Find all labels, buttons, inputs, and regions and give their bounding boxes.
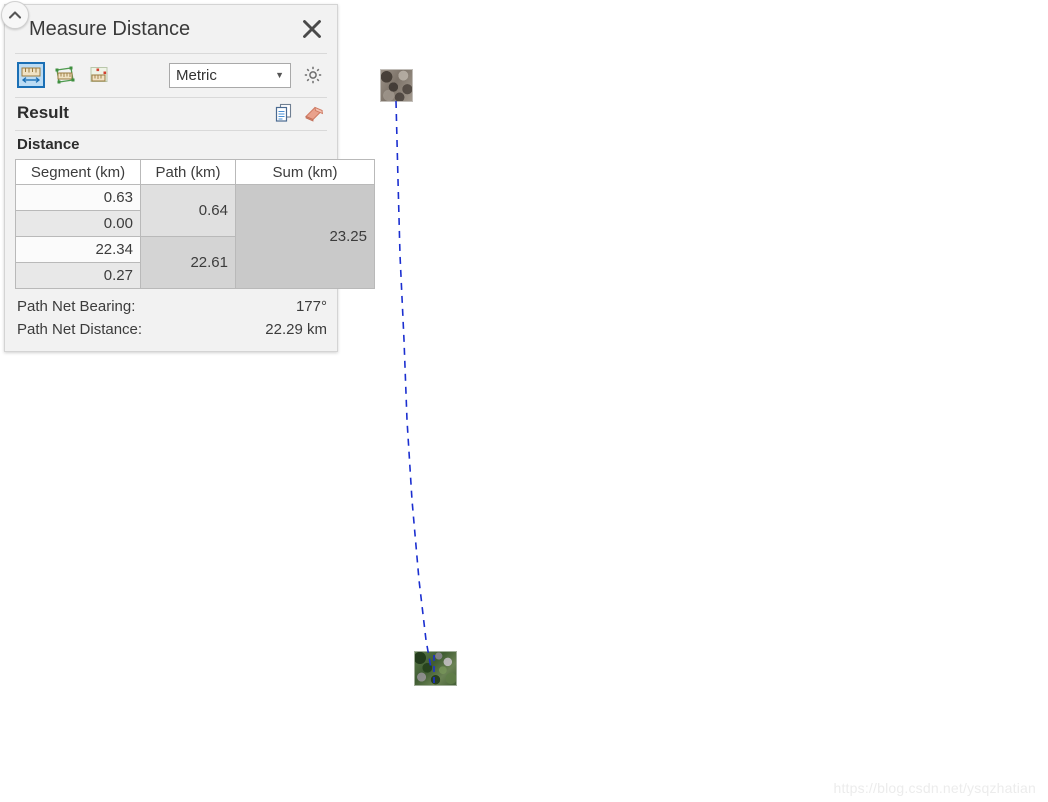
measure-distance-panel: Measure Distance Metric ▼ Result Distanc… [1,1,375,352]
collapse-panel-button[interactable] [1,1,29,29]
ruler-area-icon [55,66,75,84]
result-header: Result [5,98,337,130]
path-value: 22.61 [140,236,236,289]
segment-value: 0.63 [15,184,141,211]
eraser-icon [305,106,324,122]
close-button[interactable] [297,14,327,44]
result-label: Result [17,103,69,122]
page-title: Measure Distance [29,17,191,40]
column-header-sum: Sum (km) [235,159,375,185]
panel-header: Measure Distance [5,5,337,53]
table-header-row: Segment (km) Path (km) Sum (km) [15,159,375,185]
chevron-down-icon: ▼ [275,70,284,80]
path-net-distance-label: Path Net Distance: [17,321,143,338]
distance-section-label: Distance [17,136,80,153]
summary-row-distance: Path Net Distance: 22.29 km [17,318,327,341]
column-header-path: Path (km) [140,159,236,185]
copy-icon [275,103,292,122]
ruler-distance-icon [21,67,41,83]
path-net-bearing-label: Path Net Bearing: [17,298,136,315]
summary-row-bearing: Path Net Bearing: 177° [17,295,327,318]
chevron-up-icon [8,11,22,19]
ruler-feature-icon [90,67,108,82]
settings-button[interactable] [299,62,327,88]
close-icon [303,20,321,38]
gear-icon [304,66,322,84]
copy-result-button[interactable] [271,100,297,126]
clear-result-button[interactable] [301,100,327,126]
measure-area-tool[interactable] [51,62,79,88]
path-value: 0.64 [140,184,236,237]
map-tile-end [415,652,456,685]
measure-result-table: Segment (km) Path (km) Sum (km) 0.63 0.6… [15,159,375,289]
segment-value: 22.34 [15,236,141,263]
path-net-distance-value: 22.29 km [265,321,327,338]
table-row: 0.63 0.64 23.25 [15,184,375,289]
map-tile-start [381,70,412,101]
sum-value: 23.25 [235,184,375,289]
unit-select-value: Metric [176,66,217,84]
segment-value: 0.27 [15,262,141,289]
measure-toolbar: Metric ▼ [5,54,337,97]
measure-feature-tool[interactable] [85,62,113,88]
column-header-segment: Segment (km) [15,159,141,185]
segment-value: 0.00 [15,210,141,237]
measured-path-line [395,100,432,669]
path-summary: Path Net Bearing: 177° Path Net Distance… [5,289,337,351]
watermark-text: https://blog.csdn.net/ysqzhatian [833,780,1036,796]
path-net-bearing-value: 177° [295,298,327,315]
measure-distance-tool[interactable] [17,62,45,88]
unit-select[interactable]: Metric ▼ [169,62,291,88]
